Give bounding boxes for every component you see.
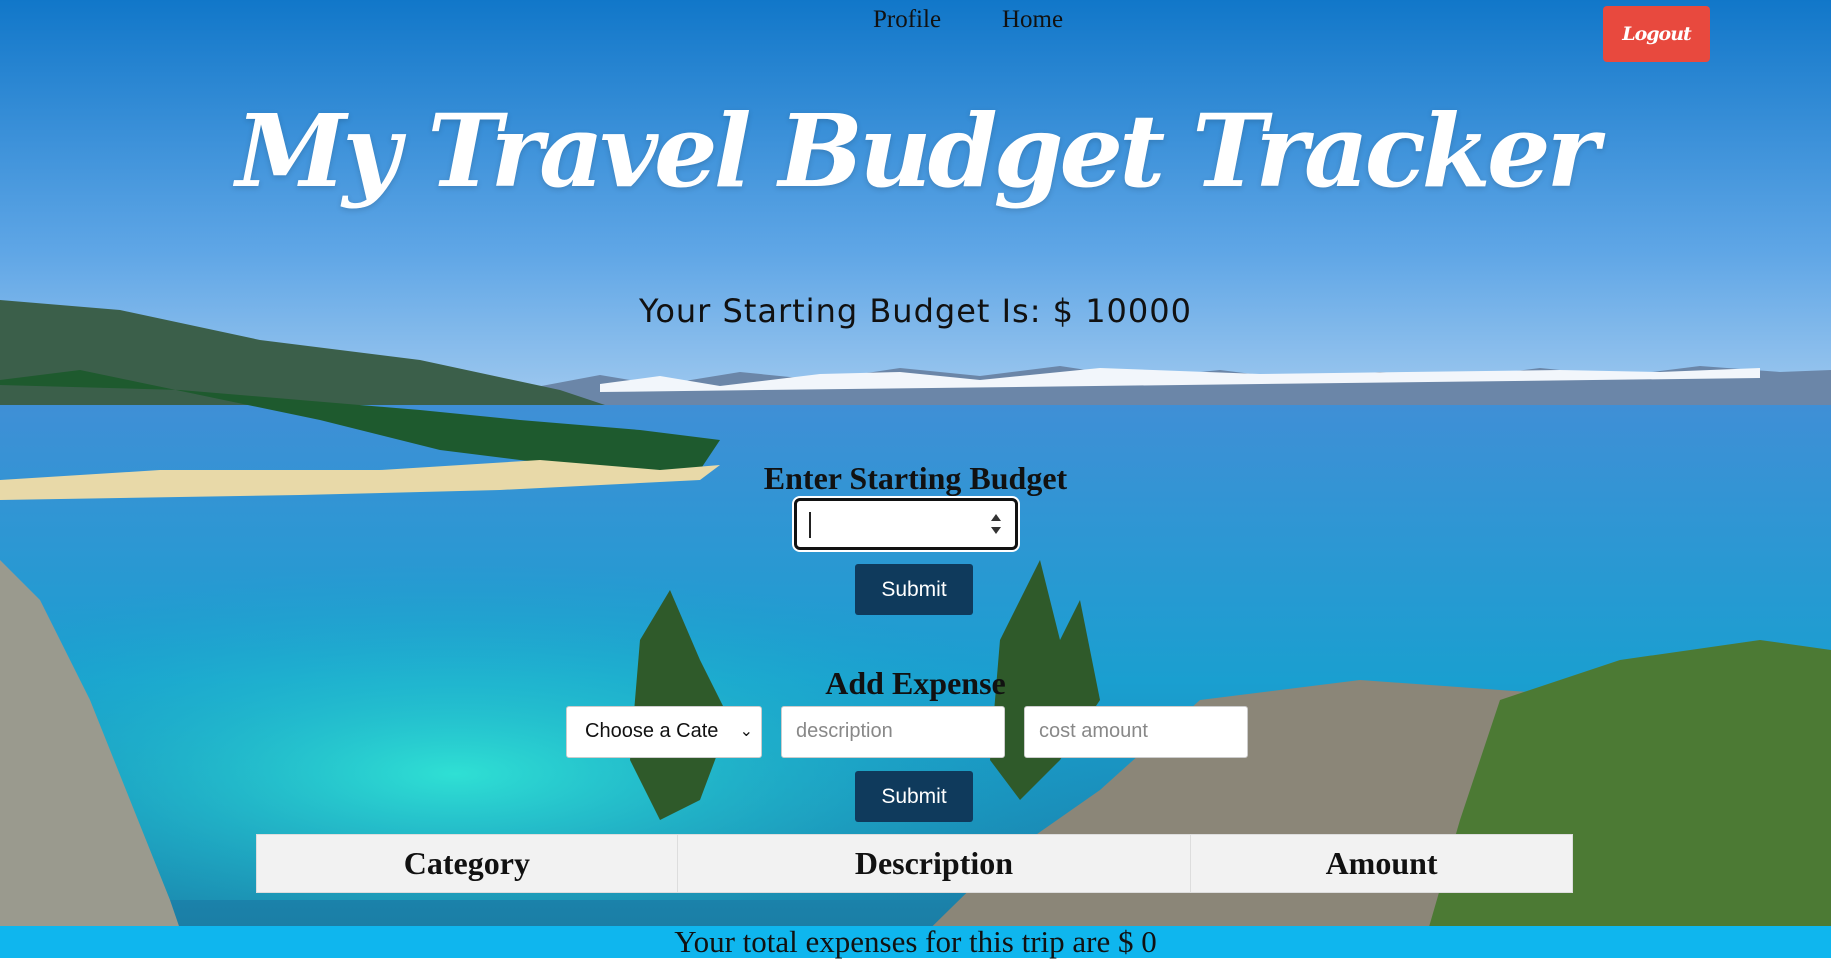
add-expense-heading: Add Expense xyxy=(825,665,1006,701)
description-placeholder: description xyxy=(796,720,893,742)
nav-home-link[interactable]: Home xyxy=(1002,6,1063,34)
spinner-down-icon[interactable] xyxy=(991,527,1001,534)
total-expenses-footer: Your total expenses for this trip are $ … xyxy=(0,926,1831,958)
text-caret xyxy=(809,512,811,538)
category-select[interactable]: Choose a Cate ⌄ xyxy=(566,706,762,758)
top-nav: Profile Home xyxy=(0,6,1831,36)
chevron-down-icon: ⌄ xyxy=(739,723,753,740)
table-header-amount: Amount xyxy=(1325,845,1438,881)
page-title: My Travel Budget Tracker xyxy=(235,92,1600,210)
spinner-up-icon[interactable] xyxy=(991,514,1001,521)
logout-button[interactable]: Logout xyxy=(1603,6,1710,62)
add-expense-submit-button[interactable]: Submit xyxy=(855,771,973,822)
table-header-description: Description xyxy=(678,835,1192,892)
starting-budget-input[interactable] xyxy=(794,498,1018,550)
starting-budget-heading: Enter Starting Budget xyxy=(763,460,1068,496)
cost-amount-input[interactable]: cost amount xyxy=(1024,706,1248,758)
description-input[interactable]: description xyxy=(781,706,1005,758)
expense-table-header: Category Description Amount xyxy=(256,834,1573,893)
table-header-category: Category xyxy=(257,835,678,892)
nav-profile-link[interactable]: Profile xyxy=(873,6,941,34)
starting-budget-display: Your Starting Budget Is: $ 10000 xyxy=(639,292,1192,330)
cost-amount-placeholder: cost amount xyxy=(1039,720,1148,742)
number-spinner-icon[interactable] xyxy=(989,512,1003,538)
starting-budget-submit-button[interactable]: Submit xyxy=(855,564,973,615)
category-select-value: Choose a Cate xyxy=(585,720,719,742)
